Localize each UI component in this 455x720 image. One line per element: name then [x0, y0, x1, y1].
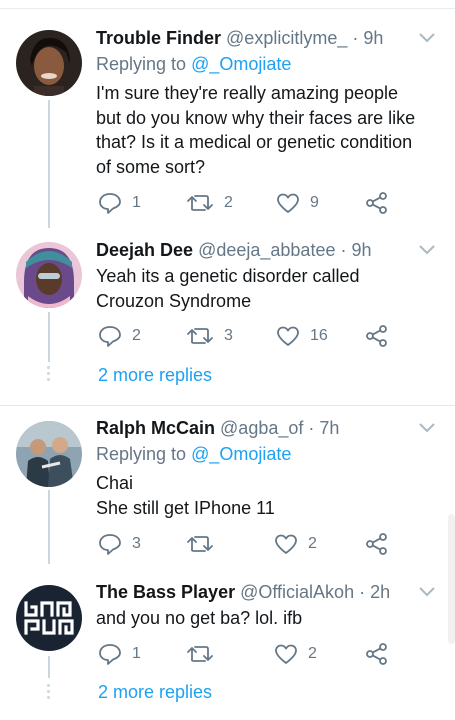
reply-button[interactable]: 1	[98, 641, 141, 667]
tweet-the-bass-player[interactable]: The Bass Player @OfficialAkoh · 2h and y…	[0, 0, 455, 720]
user-name[interactable]: The Bass Player	[96, 582, 235, 602]
retweet-button[interactable]	[186, 641, 224, 667]
tweet-text: and you no get ba? lol. ifb	[96, 608, 303, 628]
reply-icon	[99, 644, 121, 665]
heart-icon	[275, 644, 297, 664]
action-bar: 1 2	[96, 641, 396, 667]
retweet-icon	[187, 646, 213, 662]
reply-count: 1	[132, 645, 141, 662]
avatar[interactable]	[16, 585, 82, 651]
share-icon	[366, 643, 387, 665]
tweet-header: The Bass Player @OfficialAkoh · 2h	[96, 582, 390, 603]
thread-line	[48, 656, 50, 678]
more-replies-link[interactable]: 2 more replies	[98, 682, 212, 703]
share-button[interactable]	[366, 641, 388, 667]
user-handle[interactable]: @OfficialAkoh	[240, 582, 354, 602]
scrollbar[interactable]	[448, 514, 455, 644]
chevron-down-icon[interactable]	[418, 586, 436, 598]
like-button[interactable]: 2	[274, 641, 317, 667]
timestamp[interactable]: · 2h	[359, 582, 390, 602]
like-count: 2	[308, 645, 317, 662]
thread-dots	[44, 684, 52, 702]
